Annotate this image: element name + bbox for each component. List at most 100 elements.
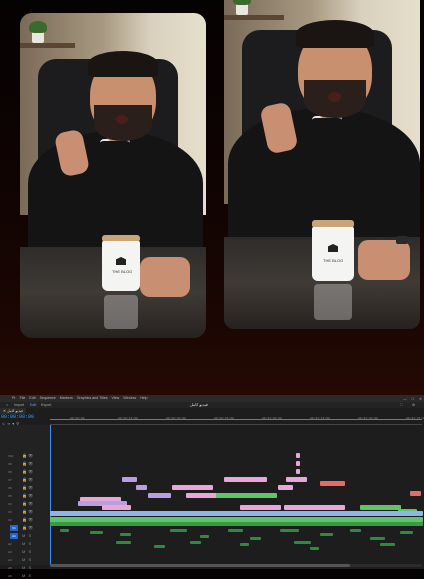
video-clip[interactable] <box>296 469 300 474</box>
audio-clip[interactable] <box>350 529 361 532</box>
audio-clip[interactable] <box>310 547 319 550</box>
tab-edit[interactable]: Edit <box>30 402 36 408</box>
track-header-v7[interactable]: V7 🔒👁 <box>0 477 50 483</box>
sequence-title: فيديو كامل <box>190 402 208 407</box>
track-visibility-icon[interactable]: 🔒👁 <box>22 453 34 458</box>
time-ruler[interactable]: 00:00:0000:00:15:0000:00:30:0000:00:45:0… <box>50 416 424 425</box>
video-clip[interactable] <box>136 485 147 490</box>
audio-clip[interactable] <box>228 529 243 532</box>
track-visibility-icon[interactable]: 🔒👁 <box>22 461 34 466</box>
video-clip[interactable] <box>286 477 307 482</box>
track-label: A4 <box>8 558 12 562</box>
track-header-v1[interactable]: V1 🔒👁 <box>0 525 50 531</box>
video-clip[interactable] <box>148 493 171 498</box>
track-header-a3[interactable]: A3 M S <box>0 549 50 555</box>
audio-clip[interactable] <box>116 541 131 544</box>
audio-clip[interactable] <box>240 543 249 546</box>
audio-clip[interactable] <box>370 537 385 540</box>
menu-item-file[interactable]: File <box>20 395 26 402</box>
track-label: A1 <box>10 533 18 539</box>
mug-text: THE BLOG <box>323 258 344 263</box>
track-mute-solo-icon[interactable]: M S <box>22 565 32 570</box>
video-clip[interactable] <box>216 493 277 498</box>
horizontal-scrollbar[interactable] <box>50 564 422 567</box>
track-header-a6[interactable]: A6 M S <box>0 573 50 579</box>
track-visibility-icon[interactable]: 🔒👁 <box>22 517 34 522</box>
menu-item-markers[interactable]: Markers <box>60 395 73 402</box>
video-clip[interactable] <box>410 491 421 496</box>
audio-clip[interactable] <box>90 531 103 534</box>
track-header-v10[interactable]: V10 🔒👁 <box>0 453 50 459</box>
track-label: A5 <box>8 566 12 570</box>
track-area[interactable] <box>50 425 423 565</box>
audio-clip[interactable] <box>190 541 201 544</box>
audio-clip[interactable] <box>250 537 261 540</box>
track-mute-solo-icon[interactable]: M S <box>22 557 32 562</box>
track-header-v4[interactable]: V4 🔒👁 <box>0 501 50 507</box>
track-header-v3[interactable]: V3 🔒👁 <box>0 509 50 515</box>
settings-icon[interactable]: ⚙ <box>412 402 415 408</box>
track-header-v6[interactable]: V6 🔒👁 <box>0 485 50 491</box>
menu-item-sequence[interactable]: Sequence <box>40 395 56 402</box>
menu-item-window[interactable]: Window <box>123 395 136 402</box>
audio-clip[interactable] <box>50 522 423 526</box>
track-header-a5[interactable]: A5 M S <box>0 565 50 571</box>
menu-item-view[interactable]: View <box>112 395 120 402</box>
menu-item-edit[interactable]: Edit <box>29 395 35 402</box>
track-mute-solo-icon[interactable]: M S <box>22 573 32 578</box>
track-visibility-icon[interactable]: 🔒👁 <box>22 501 34 506</box>
track-header-v8[interactable]: V8 🔒👁 <box>0 469 50 475</box>
track-header-a4[interactable]: A4 M S <box>0 557 50 563</box>
video-clip[interactable] <box>320 481 345 486</box>
mouth <box>116 115 128 124</box>
video-clip[interactable] <box>172 485 213 490</box>
track-visibility-icon[interactable]: 🔒👁 <box>22 485 34 490</box>
audio-clip[interactable] <box>154 545 165 548</box>
video-clip[interactable] <box>50 511 423 516</box>
track-header-a1[interactable]: A1 M S <box>0 533 50 539</box>
track-visibility-icon[interactable]: 🔒👁 <box>22 477 34 482</box>
track-mute-solo-icon[interactable]: M S <box>22 549 32 554</box>
menu-item-graphics-and-titles[interactable]: Graphics and Titles <box>77 395 108 402</box>
audio-clip[interactable] <box>200 535 209 538</box>
video-clip[interactable] <box>102 505 131 510</box>
audio-clip[interactable] <box>170 529 187 532</box>
track-header-a2[interactable]: A2 M S <box>0 541 50 547</box>
hand-on-mug <box>140 257 190 297</box>
track-visibility-icon[interactable]: 🔒👁 <box>22 469 34 474</box>
track-visibility-icon[interactable]: 🔒👁 <box>22 493 34 498</box>
playhead[interactable] <box>50 425 51 565</box>
audio-clip[interactable] <box>380 543 395 546</box>
tab-export[interactable]: Export <box>41 402 51 408</box>
plant-pot <box>29 21 47 43</box>
video-clip[interactable] <box>122 477 137 482</box>
playhead-timecode[interactable]: 00:00:00:00 <box>1 414 34 420</box>
video-clip[interactable] <box>296 461 300 466</box>
work-area-bar[interactable] <box>50 419 422 420</box>
audio-clip[interactable] <box>120 533 131 536</box>
track-header-v2[interactable]: V2 🔒👁 <box>0 517 50 523</box>
audio-clip[interactable] <box>280 529 299 532</box>
track-visibility-icon[interactable]: 🔒👁 <box>22 509 34 514</box>
fullscreen-icon[interactable]: ⛶ <box>400 402 403 408</box>
menu-item-pr[interactable]: Pr <box>12 395 16 402</box>
track-header-v5[interactable]: V5 🔒👁 <box>0 493 50 499</box>
plant-pot <box>233 0 251 15</box>
video-clip[interactable] <box>284 505 345 510</box>
track-header-v9[interactable]: V9 🔒👁 <box>0 461 50 467</box>
video-clip[interactable] <box>360 505 401 510</box>
track-mute-solo-icon[interactable]: M S <box>22 541 32 546</box>
mug <box>102 241 140 291</box>
menu-item-help[interactable]: Help <box>140 395 147 402</box>
audio-clip[interactable] <box>60 529 69 532</box>
scrollbar-thumb[interactable] <box>50 564 350 567</box>
video-clip[interactable] <box>296 453 300 458</box>
audio-clip[interactable] <box>294 541 311 544</box>
track-visibility-icon[interactable]: 🔒👁 <box>22 525 34 530</box>
track-mute-solo-icon[interactable]: M S <box>22 533 32 538</box>
video-clip[interactable] <box>224 477 267 482</box>
audio-clip[interactable] <box>400 531 413 534</box>
video-clip[interactable] <box>278 485 293 490</box>
video-clip[interactable] <box>240 505 281 510</box>
audio-clip[interactable] <box>320 533 333 536</box>
